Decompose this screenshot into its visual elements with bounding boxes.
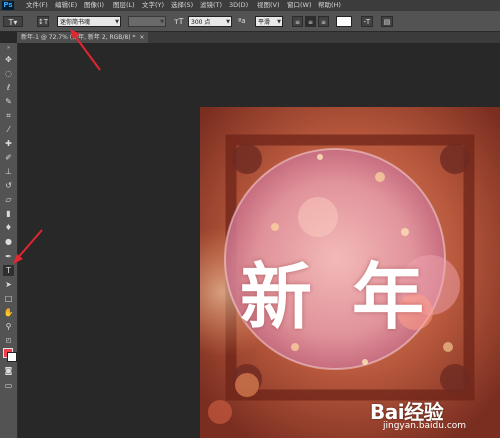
antialias-value: 平滑 bbox=[258, 19, 271, 26]
crop-tool-icon[interactable]: ⌗ bbox=[3, 110, 14, 121]
artwork-text-xin[interactable]: 新 bbox=[240, 238, 312, 343]
artwork-text-nian[interactable]: 年 bbox=[352, 238, 424, 343]
menu-filter[interactable]: 滤镜(T) bbox=[200, 0, 222, 11]
panel-glyph-icon: ▤ bbox=[383, 18, 391, 26]
watermark-url: jingyan.baidu.com bbox=[383, 421, 467, 431]
align-right-glyph-icon: ≡ bbox=[320, 19, 327, 26]
chevron-down-icon: ▼ bbox=[115, 19, 119, 25]
align-center-icon[interactable]: ≡ bbox=[305, 16, 316, 27]
photoshop-logo: Ps bbox=[2, 1, 14, 10]
menu-file[interactable]: 文件(F) bbox=[26, 0, 48, 11]
orientation-glyph-icon: ↕T bbox=[38, 18, 49, 26]
menu-layer[interactable]: 图层(L) bbox=[113, 0, 135, 11]
menu-type[interactable]: 文字(Y) bbox=[142, 0, 164, 11]
lasso-tool-icon[interactable]: ℓ bbox=[3, 82, 14, 93]
annotation-arrow-type-tool bbox=[13, 229, 43, 264]
marquee-tool-icon[interactable]: ◌ bbox=[3, 68, 14, 79]
history-brush-tool-icon[interactable]: ↺ bbox=[3, 180, 14, 191]
gradient-tool-icon[interactable]: ▮ bbox=[3, 208, 14, 219]
text-color-swatch[interactable] bbox=[336, 16, 352, 27]
chevron-down-icon: ▼ bbox=[160, 19, 164, 25]
menu-help[interactable]: 帮助(H) bbox=[318, 0, 341, 11]
antialias-icon: ªa bbox=[238, 17, 246, 25]
clone-stamp-tool-icon[interactable]: ⊥ bbox=[3, 166, 14, 177]
menu-3d[interactable]: 3D(D) bbox=[229, 0, 248, 11]
healing-brush-tool-icon[interactable]: ✚ bbox=[3, 138, 14, 149]
font-size-value: 300 点 bbox=[191, 19, 211, 26]
path-selection-tool-icon[interactable]: ➤ bbox=[3, 279, 14, 290]
menu-select[interactable]: 选择(S) bbox=[171, 0, 193, 11]
hand-tool-icon[interactable]: ✋ bbox=[3, 307, 14, 318]
orientation-toggle-icon[interactable]: ↕T bbox=[37, 16, 49, 27]
font-style-select[interactable]: ▼ bbox=[128, 16, 166, 27]
type-tool-icon: T▾ bbox=[8, 18, 18, 27]
default-colors-icon[interactable]: ◰ bbox=[3, 335, 14, 346]
menu-view[interactable]: 视图(V) bbox=[257, 0, 280, 11]
font-size-select[interactable]: 300 点 ▼ bbox=[188, 16, 232, 27]
align-left-glyph-icon: ≡ bbox=[294, 19, 301, 26]
shape-tool-icon[interactable]: □ bbox=[3, 293, 14, 304]
menu-image[interactable]: 图像(I) bbox=[84, 0, 104, 11]
character-panel-icon[interactable]: ▤ bbox=[381, 16, 393, 27]
background-color-swatch[interactable] bbox=[7, 352, 17, 362]
chevron-down-icon: ▼ bbox=[277, 19, 281, 25]
menu-edit[interactable]: 编辑(E) bbox=[55, 0, 77, 11]
tool-preset-picker[interactable]: T▾ bbox=[3, 16, 23, 27]
align-right-icon[interactable]: ≡ bbox=[318, 16, 329, 27]
eraser-tool-icon[interactable]: ▱ bbox=[3, 194, 14, 205]
screen-mode-icon[interactable]: ▭ bbox=[3, 380, 14, 391]
move-tool-icon[interactable]: ✥ bbox=[3, 54, 14, 65]
align-center-glyph-icon: ≡ bbox=[307, 19, 314, 26]
close-icon[interactable]: × bbox=[139, 34, 144, 41]
warp-text-icon[interactable]: ꞏT bbox=[361, 16, 373, 27]
zoom-tool-icon[interactable]: ⚲ bbox=[3, 321, 14, 332]
quick-mask-icon[interactable]: ◙ bbox=[3, 365, 14, 376]
brush-tool-icon[interactable]: ✐ bbox=[3, 152, 14, 163]
warp-glyph-icon: ꞏT bbox=[363, 18, 371, 26]
antialias-select[interactable]: 平滑 ▼ bbox=[255, 16, 283, 27]
font-size-icon: ᴛT bbox=[174, 17, 184, 26]
eyedropper-tool-icon[interactable]: ⁄ bbox=[3, 124, 14, 135]
annotation-arrow-font bbox=[70, 29, 101, 71]
align-left-icon[interactable]: ≡ bbox=[292, 16, 303, 27]
menu-bar: Ps 文件(F) 编辑(E) 图像(I) 图层(L) 文字(Y) 选择(S) 滤… bbox=[0, 0, 500, 11]
panel-collapse-icon[interactable]: » bbox=[3, 45, 14, 51]
menu-window[interactable]: 窗口(W) bbox=[287, 0, 312, 11]
chevron-down-icon: ▼ bbox=[226, 19, 230, 25]
quick-selection-tool-icon[interactable]: ✎ bbox=[3, 96, 14, 107]
